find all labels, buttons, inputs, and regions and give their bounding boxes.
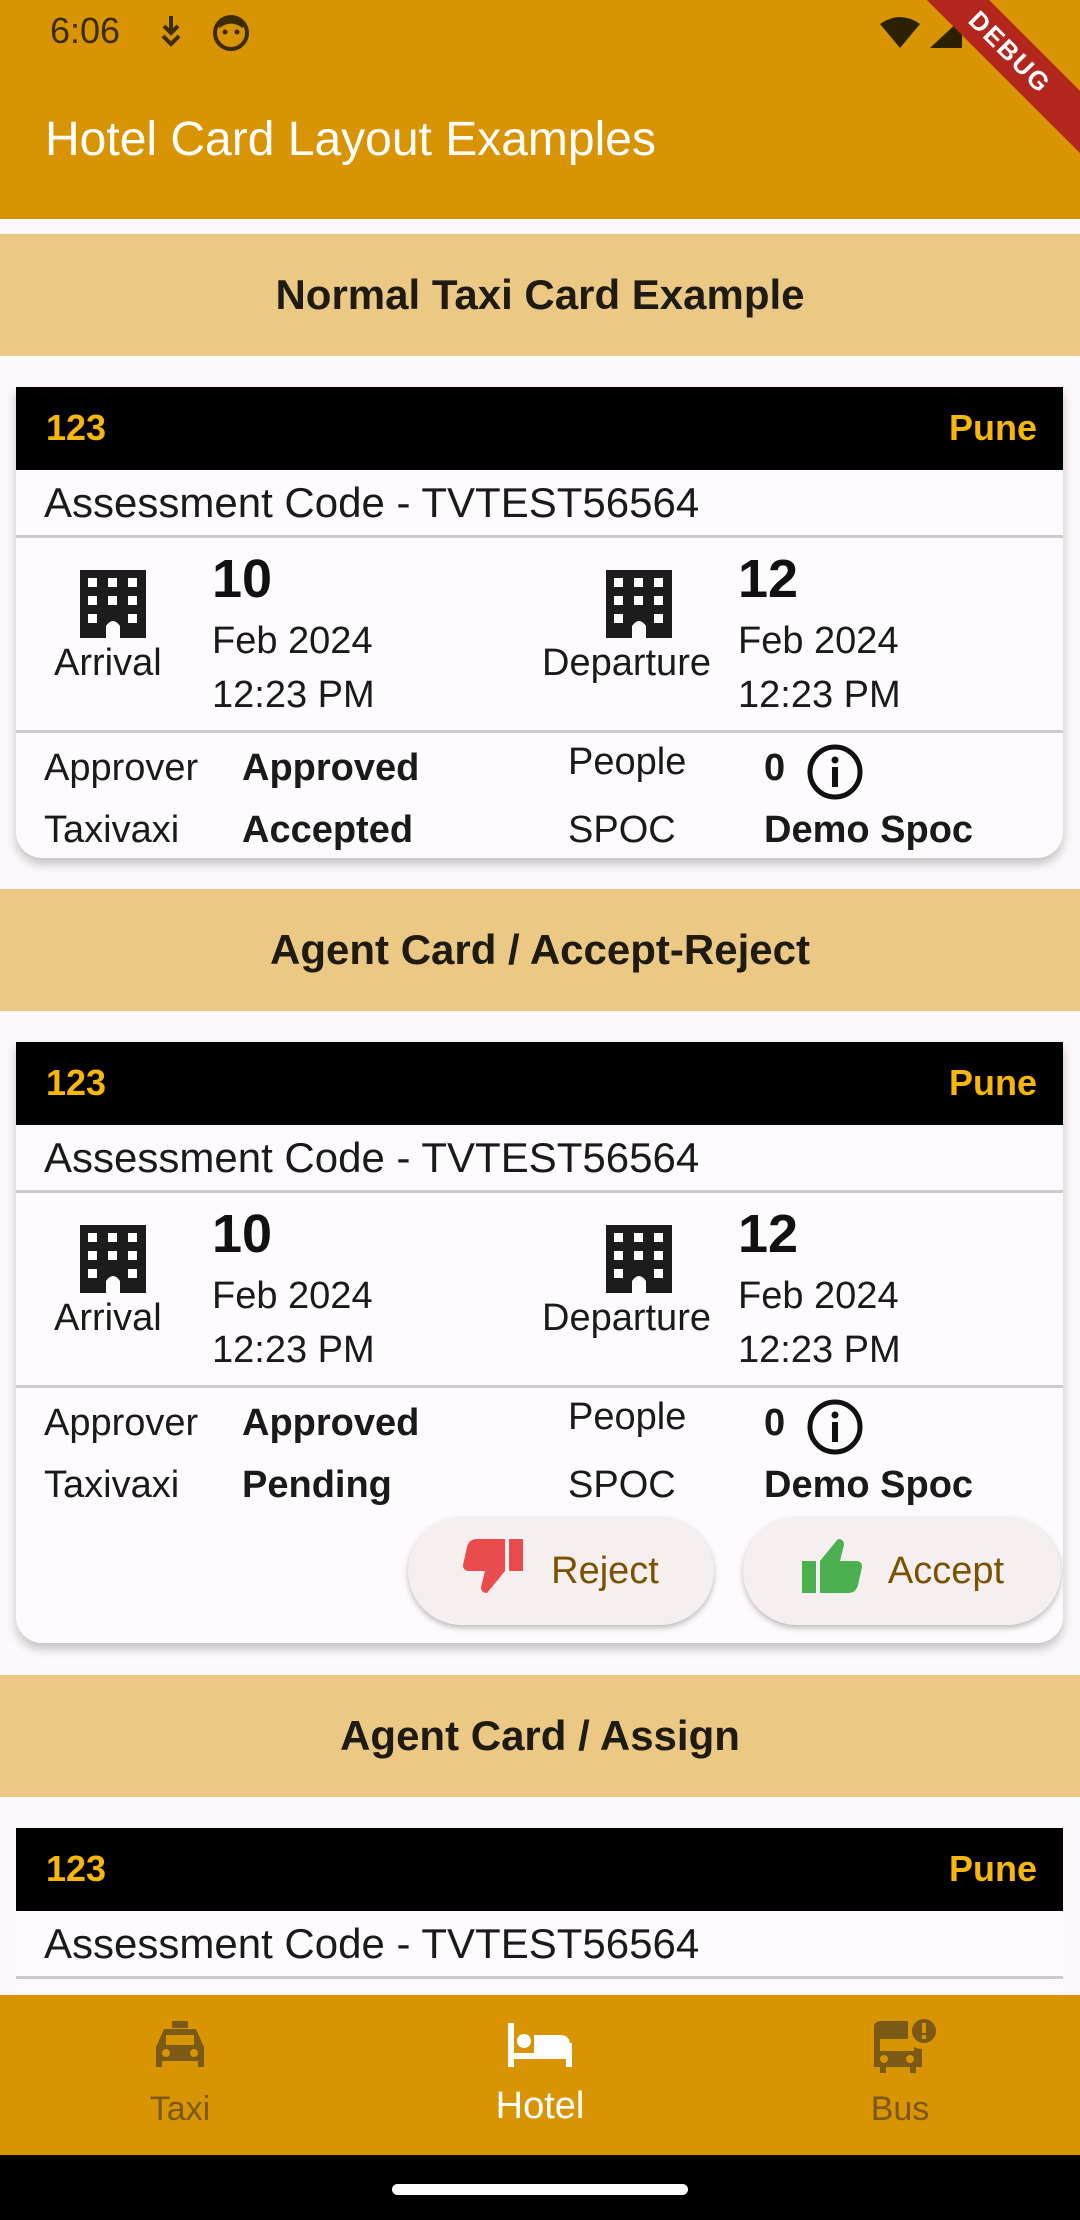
- people-label: People: [568, 741, 687, 783]
- app-bar: 6:06 Hotel Card Layout Examples DEBUG: [0, 0, 1080, 219]
- arrival-time: 12:23 PM: [212, 674, 375, 716]
- hotel-building-icon: [604, 1225, 674, 1298]
- section-title: Agent Card / Accept-Reject: [270, 926, 810, 973]
- arrival-day: 10: [212, 1204, 273, 1264]
- people-value: 0: [764, 1402, 786, 1444]
- departure-time: 12:23 PM: [738, 674, 901, 716]
- section-header-normal-taxi: Normal Taxi Card Example: [0, 234, 1080, 356]
- card-header: 123 Pune: [16, 387, 1063, 470]
- departure-block: Departure 12 Feb 2024 12:23 PM: [542, 1193, 962, 1385]
- departure-day: 12: [738, 1204, 799, 1264]
- nav-label-hotel: Hotel: [495, 2085, 585, 2127]
- accept-label: Accept: [887, 1549, 1005, 1592]
- departure-day: 12: [738, 549, 799, 609]
- section-title: Normal Taxi Card Example: [275, 271, 805, 318]
- card-actions: Reject Accept: [16, 1513, 1063, 1643]
- card-header: 123 Pune: [16, 1042, 1063, 1125]
- card-number: 123: [46, 407, 107, 448]
- people-label: People: [568, 1396, 687, 1438]
- nav-item-bus[interactable]: Bus: [720, 1995, 1080, 2155]
- taxi-icon: [154, 2021, 206, 2078]
- spoc-value: Demo Spoc: [764, 1464, 974, 1506]
- arrival-label: Arrival: [54, 1297, 162, 1339]
- info-icon[interactable]: [806, 743, 864, 806]
- hotel-building-icon: [604, 570, 674, 643]
- assessment-code: Assessment Code - TVTEST56564: [16, 470, 1063, 538]
- status-bar: 6:06: [0, 0, 1080, 66]
- people-value: 0: [764, 747, 786, 789]
- section-header-accept-reject: Agent Card / Accept-Reject: [0, 889, 1080, 1011]
- departure-block: Departure 12 Feb 2024 12:23 PM: [542, 538, 962, 730]
- hotel-building-icon: [78, 1225, 148, 1298]
- assessment-code: Assessment Code - TVTEST56564: [16, 1911, 1063, 1979]
- arrival-block: Arrival 10 Feb 2024 12:23 PM: [16, 1193, 436, 1385]
- page-title: Hotel Card Layout Examples: [45, 113, 656, 166]
- bus-alert-icon: [870, 2017, 938, 2082]
- departure-time: 12:23 PM: [738, 1329, 901, 1371]
- date-row: Arrival 10 Feb 2024 12:23 PM Departure 1…: [16, 538, 1063, 733]
- spoc-label: SPOC: [568, 1464, 676, 1506]
- thumbs-down-icon: [463, 1537, 525, 1605]
- taxi-label: Taxivaxi: [44, 1464, 180, 1506]
- card-number: 123: [46, 1848, 107, 1889]
- accept-button[interactable]: Accept: [743, 1517, 1061, 1625]
- hotel-card[interactable]: 123 Pune Assessment Code - TVTEST56564: [16, 1828, 1063, 1998]
- info-grid: Approver Approved Taxivaxi Accepted Peop…: [16, 733, 1063, 858]
- hotel-bed-icon: [508, 2023, 572, 2072]
- departure-label: Departure: [542, 642, 711, 684]
- bottom-navigation: Taxi Hotel Bus: [0, 1995, 1080, 2155]
- card-city: Pune: [948, 1848, 1037, 1889]
- info-icon[interactable]: [806, 1398, 864, 1461]
- arrival-month: Feb 2024: [212, 1275, 373, 1317]
- reject-button[interactable]: Reject: [408, 1517, 714, 1625]
- spoc-label: SPOC: [568, 809, 676, 851]
- thumbs-up-icon: [800, 1537, 862, 1605]
- nav-label-bus: Bus: [870, 2090, 930, 2128]
- card-city: Pune: [948, 1062, 1037, 1103]
- departure-label: Departure: [542, 1297, 711, 1339]
- spoc-value: Demo Spoc: [764, 809, 974, 851]
- departure-month: Feb 2024: [738, 620, 899, 662]
- card-city: Pune: [948, 407, 1037, 448]
- nav-item-taxi[interactable]: Taxi: [0, 1995, 360, 2155]
- section-header-assign: Agent Card / Assign: [0, 1675, 1080, 1797]
- system-navigation-bar: [0, 2155, 1080, 2220]
- nav-item-hotel[interactable]: Hotel: [360, 1995, 720, 2155]
- hotel-card[interactable]: 123 Pune Assessment Code - TVTEST56564 A…: [16, 1042, 1063, 1643]
- approver-value: Approved: [242, 747, 420, 789]
- face-notification-icon: [212, 14, 250, 57]
- arrival-block: Arrival 10 Feb 2024 12:23 PM: [16, 538, 436, 730]
- section-title: Agent Card / Assign: [340, 1712, 740, 1759]
- arrival-month: Feb 2024: [212, 620, 373, 662]
- arrival-label: Arrival: [54, 642, 162, 684]
- nav-label-taxi: Taxi: [149, 2090, 211, 2128]
- taxi-status-value: Pending: [242, 1464, 392, 1506]
- date-row: Arrival 10 Feb 2024 12:23 PM Departure 1…: [16, 1193, 1063, 1388]
- reject-label: Reject: [551, 1549, 659, 1592]
- card-header: 123 Pune: [16, 1828, 1063, 1911]
- download-notification-icon: [155, 14, 187, 55]
- approver-label: Approver: [44, 1402, 199, 1444]
- home-gesture-handle[interactable]: [392, 2184, 688, 2195]
- status-time: 6:06: [50, 10, 121, 51]
- hotel-card[interactable]: 123 Pune Assessment Code - TVTEST56564 A…: [16, 387, 1063, 858]
- arrival-day: 10: [212, 549, 273, 609]
- info-grid: Approver Approved Taxivaxi Pending Peopl…: [16, 1388, 1063, 1513]
- taxi-status-value: Accepted: [242, 809, 414, 851]
- hotel-building-icon: [78, 570, 148, 643]
- arrival-time: 12:23 PM: [212, 1329, 375, 1371]
- wifi-icon: [878, 16, 922, 55]
- taxi-label: Taxivaxi: [44, 809, 180, 851]
- approver-value: Approved: [242, 1402, 420, 1444]
- departure-month: Feb 2024: [738, 1275, 899, 1317]
- assessment-code: Assessment Code - TVTEST56564: [16, 1125, 1063, 1193]
- card-number: 123: [46, 1062, 107, 1103]
- approver-label: Approver: [44, 747, 199, 789]
